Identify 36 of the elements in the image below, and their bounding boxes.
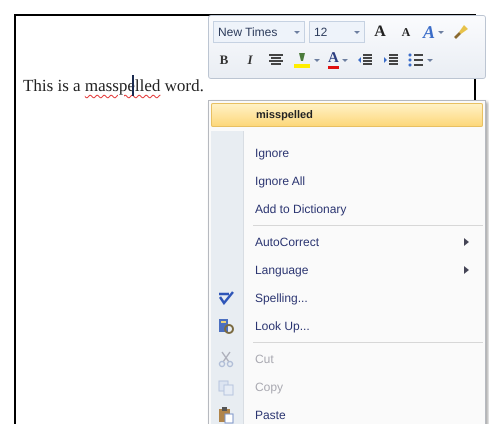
clipboard-icon bbox=[217, 406, 235, 424]
font-size-field[interactable]: 12 bbox=[309, 21, 365, 43]
shrink-font-button[interactable]: A bbox=[395, 21, 417, 43]
paintbrush-icon bbox=[452, 23, 470, 41]
menu-item[interactable]: Look Up... bbox=[211, 312, 483, 345]
bullet-list-icon bbox=[408, 53, 424, 67]
caret-icon bbox=[426, 58, 433, 62]
caret-icon bbox=[314, 58, 320, 62]
caret-icon bbox=[342, 58, 348, 62]
menu-item[interactable]: Spelling... bbox=[211, 284, 483, 312]
bold-button[interactable]: B bbox=[213, 49, 235, 71]
indent-icon bbox=[356, 53, 373, 67]
font-field[interactable]: New Times bbox=[213, 21, 305, 43]
caret-icon bbox=[294, 30, 300, 34]
submenu-arrow-icon bbox=[464, 266, 469, 274]
menu-item[interactable]: Ignore bbox=[211, 139, 483, 167]
styles-button[interactable]: A bbox=[421, 21, 446, 43]
grow-font-button[interactable]: A bbox=[369, 21, 391, 43]
submenu-arrow-icon bbox=[464, 238, 469, 246]
menu-item[interactable]: Language bbox=[211, 256, 483, 284]
book-icon bbox=[217, 317, 235, 335]
indent-icon bbox=[382, 53, 399, 67]
italic-button[interactable]: I bbox=[239, 49, 261, 71]
menu-item[interactable]: Paste bbox=[211, 401, 483, 424]
caret-icon bbox=[438, 30, 444, 34]
suggestion-item[interactable]: misspelled bbox=[211, 103, 483, 127]
highlighter-icon bbox=[293, 51, 311, 69]
menu-item[interactable]: Ignore All bbox=[211, 167, 483, 195]
align-center-icon bbox=[268, 53, 284, 67]
caret-icon bbox=[354, 30, 360, 34]
font-color-button[interactable]: A bbox=[326, 49, 350, 71]
menu-item[interactable]: AutoCorrect bbox=[211, 228, 483, 256]
menu-item[interactable]: Add to Dictionary bbox=[211, 195, 483, 228]
copy-icon bbox=[217, 378, 235, 396]
checkmark-icon bbox=[217, 289, 235, 307]
scissors-icon bbox=[217, 350, 235, 368]
